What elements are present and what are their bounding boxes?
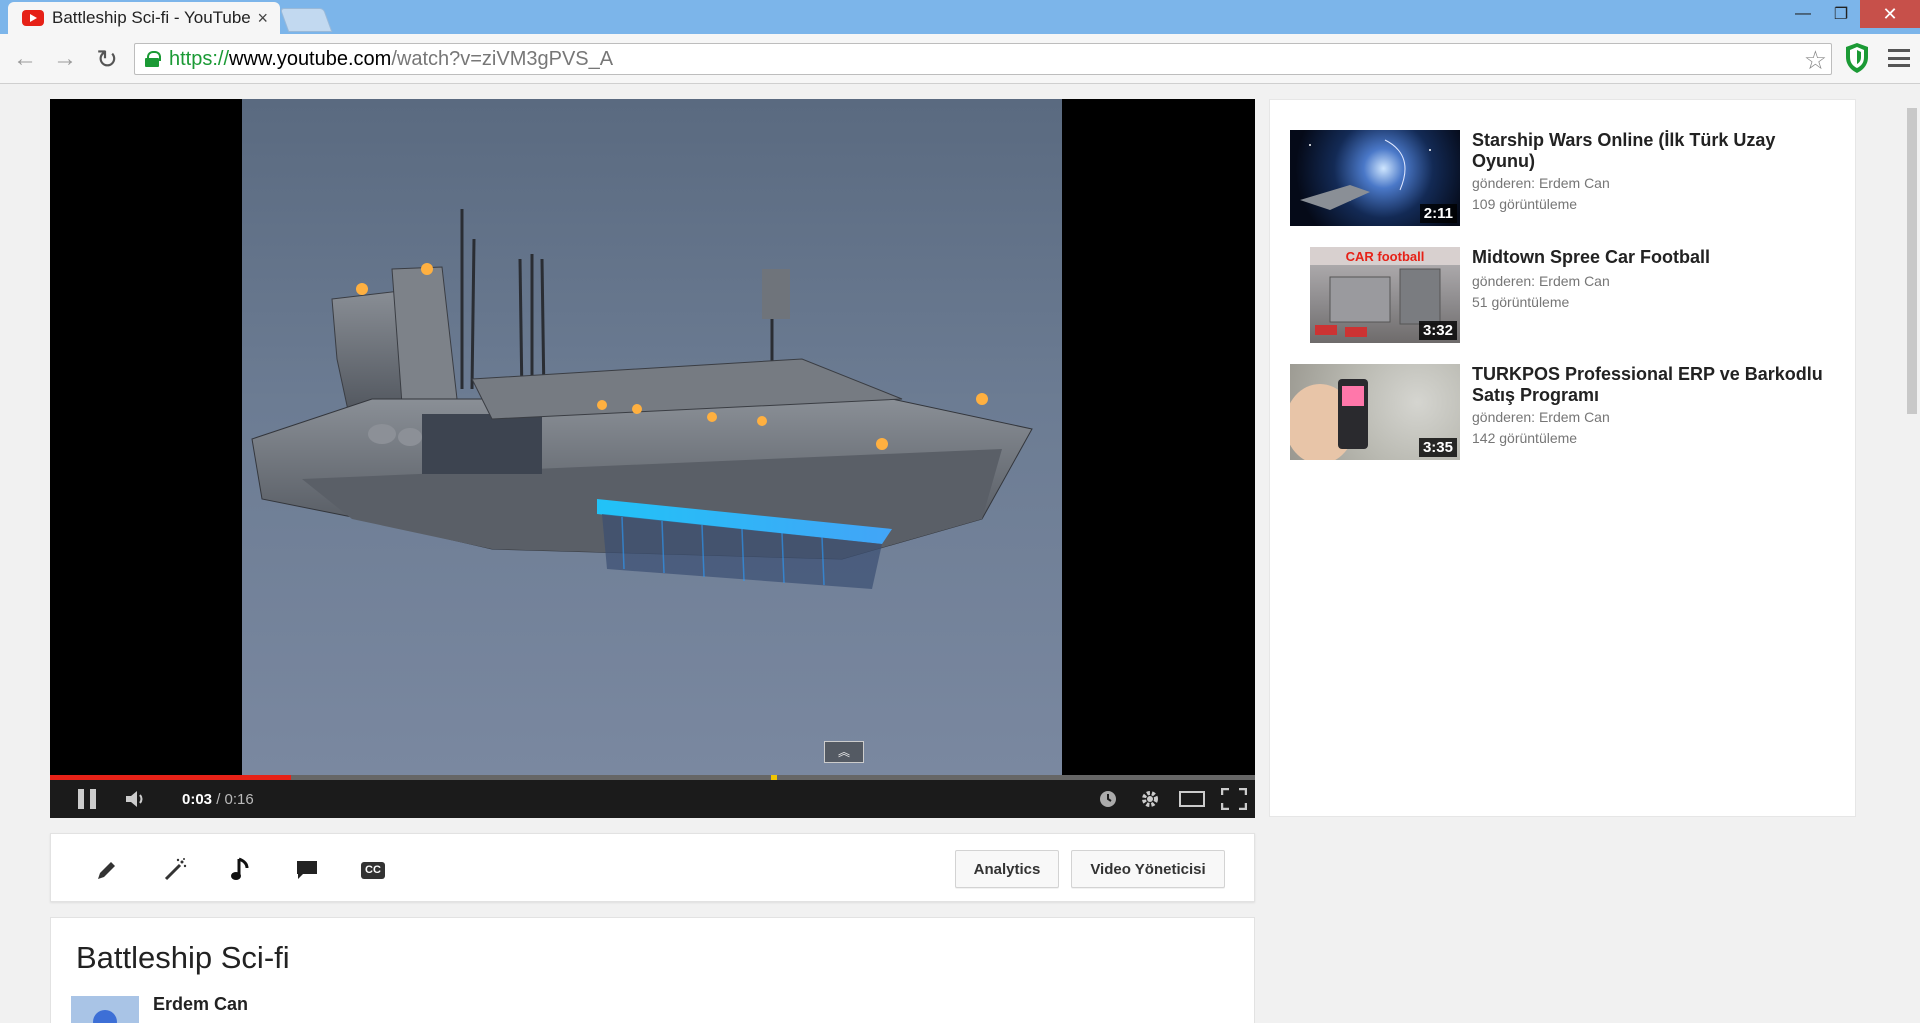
- shield-extension-icon[interactable]: [1844, 42, 1870, 74]
- back-icon[interactable]: ←: [8, 42, 42, 76]
- analytics-button[interactable]: Analytics: [955, 850, 1059, 888]
- related-title[interactable]: Starship Wars Online (İlk Türk Uzay Oyun…: [1472, 130, 1832, 172]
- chrome-menu-icon[interactable]: [1888, 46, 1910, 70]
- settings-gear-icon[interactable]: [1129, 780, 1171, 818]
- related-video-item[interactable]: CAR football 3:32 Midtown Spree Car Foot…: [1290, 247, 1850, 347]
- related-thumbnail[interactable]: 2:11: [1290, 130, 1460, 226]
- video-manager-button[interactable]: Video Yöneticisi: [1071, 850, 1225, 888]
- current-time: 0:03: [182, 790, 213, 808]
- fullscreen-icon[interactable]: [1213, 780, 1255, 818]
- video-player[interactable]: ︽ 0:03 / 0:16: [50, 99, 1255, 818]
- svg-text:CAR football: CAR football: [1346, 249, 1425, 264]
- channel-avatar[interactable]: [71, 996, 139, 1023]
- related-title[interactable]: TURKPOS Professional ERP ve Barkodlu Sat…: [1472, 364, 1832, 406]
- related-thumbnail[interactable]: CAR football 3:32: [1310, 247, 1460, 343]
- related-videos-sidebar: 2:11 Starship Wars Online (İlk Türk Uzay…: [1269, 99, 1856, 817]
- tab-close-icon[interactable]: ×: [257, 8, 268, 29]
- related-title[interactable]: Midtown Spree Car Football: [1472, 247, 1832, 268]
- duration-badge: 3:35: [1418, 438, 1457, 457]
- forward-icon[interactable]: →: [48, 42, 82, 76]
- video-title: Battleship Sci-fi: [76, 940, 290, 975]
- restore-icon[interactable]: ❐: [1822, 0, 1860, 28]
- enhancements-wand-icon[interactable]: [161, 856, 189, 884]
- video-info: Battleship Sci-fi Erdem Can: [50, 917, 1255, 1023]
- browser-titlebar: Battleship Sci-fi - YouTube × — ❐ ✕: [0, 0, 1920, 34]
- related-uploader: gönderen: Erdem Can: [1472, 273, 1610, 289]
- duration: 0:16: [224, 790, 254, 808]
- time-display: 0:03 / 0:16: [182, 790, 254, 808]
- page-scrollbar[interactable]: [1904, 84, 1920, 1023]
- related-views: 109 görüntüleme: [1472, 196, 1578, 212]
- collapse-controls-button[interactable]: ︽: [824, 741, 864, 763]
- edit-pencil-icon[interactable]: [93, 856, 121, 884]
- window-close-icon[interactable]: ✕: [1860, 0, 1920, 28]
- tab-title: Battleship Sci-fi - YouTube: [52, 8, 251, 27]
- theater-mode-icon[interactable]: [1171, 780, 1213, 818]
- cc-subtitles-icon[interactable]: CC: [359, 856, 387, 884]
- pause-icon[interactable]: [78, 789, 96, 809]
- watch-later-icon[interactable]: [1087, 780, 1129, 818]
- player-controls: 0:03 / 0:16: [50, 780, 1255, 818]
- related-video-item[interactable]: 2:11 Starship Wars Online (İlk Türk Uzay…: [1290, 130, 1850, 230]
- related-uploader: gönderen: Erdem Can: [1472, 409, 1610, 425]
- new-tab-button[interactable]: [279, 8, 333, 32]
- video-frame[interactable]: ︽: [242, 99, 1062, 777]
- youtube-favicon-icon: [22, 10, 44, 26]
- duration-badge: 3:32: [1418, 321, 1457, 340]
- right-controls: [1087, 780, 1255, 818]
- battleship-video-frame-image: [251, 209, 1033, 589]
- window-controls: — ❐ ✕: [1784, 0, 1920, 28]
- related-views: 51 görüntüleme: [1472, 294, 1570, 310]
- duration-badge: 2:11: [1419, 204, 1457, 223]
- related-video-item[interactable]: 3:35 TURKPOS Professional ERP ve Barkodl…: [1290, 364, 1850, 464]
- bookmark-star-icon[interactable]: ☆: [1804, 45, 1827, 76]
- address-bar[interactable]: https://www.youtube.com/watch?v=ziVM3gPV…: [134, 43, 1832, 75]
- lock-icon: [145, 51, 161, 67]
- related-uploader: gönderen: Erdem Can: [1472, 175, 1610, 191]
- creator-toolbar: CC Analytics Video Yöneticisi: [50, 833, 1255, 902]
- reload-icon[interactable]: ↻: [90, 42, 124, 76]
- scrollbar-thumb[interactable]: [1907, 108, 1917, 414]
- browser-tab-active[interactable]: Battleship Sci-fi - YouTube ×: [8, 2, 280, 34]
- channel-name[interactable]: Erdem Can: [153, 994, 248, 1015]
- related-thumbnail[interactable]: 3:35: [1290, 364, 1460, 460]
- related-views: 142 görüntüleme: [1472, 430, 1578, 446]
- minimize-icon[interactable]: —: [1784, 0, 1822, 28]
- address-url: https://www.youtube.com/watch?v=ziVM3gPV…: [169, 47, 614, 70]
- volume-icon[interactable]: [124, 789, 146, 809]
- annotations-speech-icon[interactable]: [293, 856, 321, 884]
- browser-toolbar: ← → ↻ https://www.youtube.com/watch?v=zi…: [0, 34, 1920, 84]
- audio-note-icon[interactable]: [227, 856, 255, 884]
